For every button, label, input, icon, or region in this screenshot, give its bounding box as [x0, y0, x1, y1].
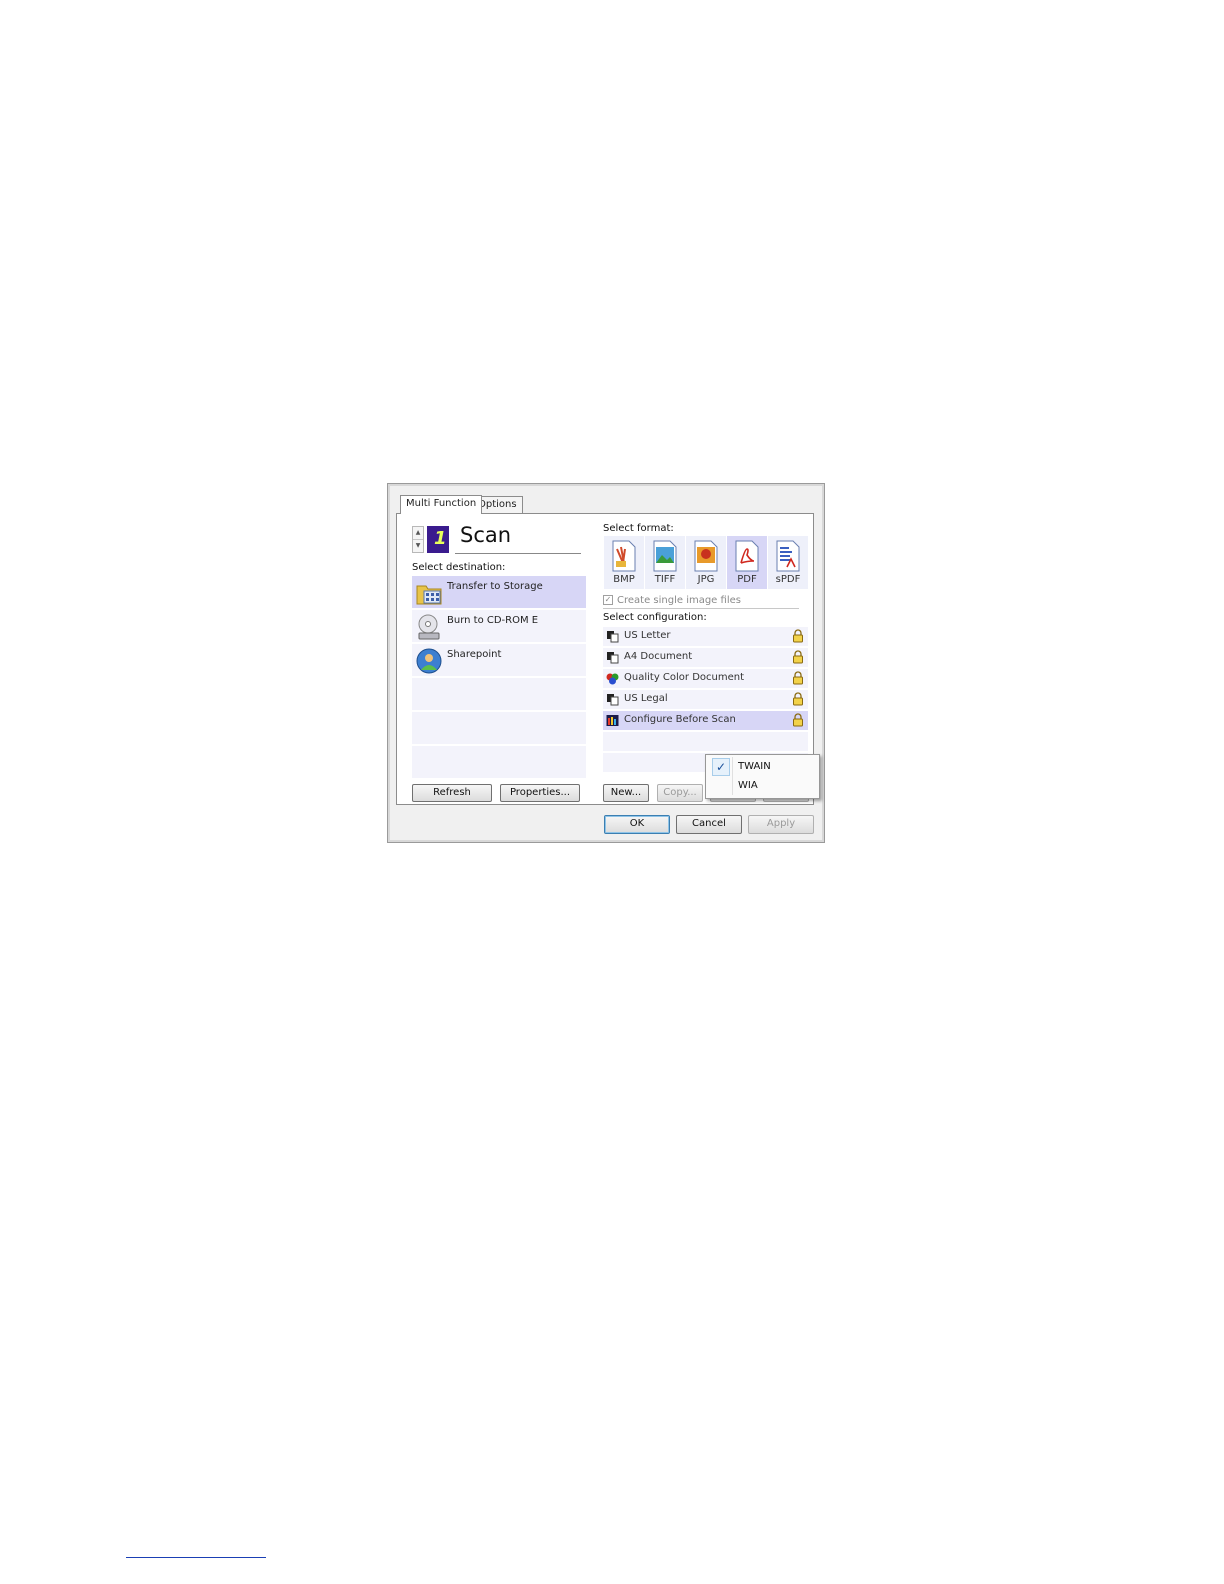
select-format-label: Select format:	[603, 523, 674, 534]
storage-folder-icon	[416, 585, 442, 605]
footnote-separator-line	[126, 1557, 266, 1558]
refresh-button[interactable]: Refresh	[412, 784, 492, 802]
context-menu-item-twain[interactable]: ✓ TWAIN	[708, 758, 816, 776]
tiff-file-icon	[653, 540, 677, 572]
new-configuration-button[interactable]: New...	[603, 784, 649, 802]
config-item-quality-color-document[interactable]: Quality Color Document	[603, 669, 808, 690]
bmp-file-icon	[612, 540, 636, 572]
tab-panel: ▲ ▼ 1 Scan Select destination: Transfer …	[396, 513, 820, 805]
button-number-spinner[interactable]: ▲ ▼	[412, 526, 424, 553]
checkmark-icon: ✓	[712, 758, 730, 776]
create-single-image-label: Create single image files	[617, 595, 741, 606]
title-underline	[455, 553, 581, 554]
copy-configuration-button[interactable]: Copy...	[657, 784, 703, 802]
format-pdf[interactable]: PDF	[727, 536, 767, 589]
color-document-icon	[606, 673, 619, 685]
format-bmp[interactable]: BMP	[604, 536, 644, 589]
properties-button[interactable]: Properties...	[500, 784, 580, 802]
lock-icon	[793, 671, 803, 685]
bw-document-icon	[607, 631, 619, 643]
jpg-file-icon	[694, 540, 718, 572]
pdf-file-icon	[735, 540, 759, 572]
config-item-us-letter[interactable]: US Letter	[603, 627, 808, 648]
spdf-file-icon	[776, 540, 800, 572]
format-tiff[interactable]: TIFF	[645, 536, 685, 589]
destination-item-transfer-to-storage[interactable]: Transfer to Storage	[412, 576, 586, 609]
format-separator	[603, 608, 799, 609]
button-title: Scan	[460, 523, 512, 547]
sharepoint-icon	[416, 648, 442, 674]
destination-empty-row	[412, 678, 586, 711]
lock-icon	[793, 629, 803, 643]
lock-icon	[793, 692, 803, 706]
spinner-down-arrow-icon[interactable]: ▼	[413, 540, 423, 552]
cancel-button[interactable]: Cancel	[676, 815, 742, 834]
cd-burn-icon	[418, 614, 440, 640]
config-item-configure-before-scan[interactable]: Configure Before Scan	[603, 711, 808, 732]
configuration-list[interactable]: US Letter A4 Document Quality Color Docu…	[603, 627, 808, 774]
bw-document-icon	[607, 694, 619, 706]
destination-empty-row	[412, 712, 586, 745]
destination-empty-row	[412, 746, 586, 779]
spinner-up-arrow-icon[interactable]: ▲	[413, 527, 423, 540]
config-item-a4-document[interactable]: A4 Document	[603, 648, 808, 669]
destination-item-burn-to-cd[interactable]: Burn to CD-ROM E	[412, 610, 586, 643]
button-number-display: 1	[427, 526, 449, 553]
select-destination-label: Select destination:	[412, 562, 506, 573]
config-empty-row	[603, 732, 808, 753]
configure-scan-icon	[606, 715, 619, 726]
multi-function-dialog: Multi Function Options ▲ ▼ 1 Scan Select…	[387, 483, 825, 843]
select-configuration-label: Select configuration:	[603, 612, 707, 623]
format-spdf[interactable]: sPDF	[768, 536, 808, 589]
destination-item-sharepoint[interactable]: Sharepoint	[412, 644, 586, 677]
tab-multi-function[interactable]: Multi Function	[400, 495, 483, 514]
format-jpg[interactable]: JPG	[686, 536, 726, 589]
bw-document-icon	[607, 652, 619, 664]
destination-list[interactable]: Transfer to Storage Burn to CD-ROM E Sha…	[412, 576, 586, 780]
context-menu-item-wia[interactable]: WIA	[708, 777, 816, 795]
apply-button[interactable]: Apply	[748, 815, 814, 834]
lock-icon	[793, 713, 803, 727]
create-single-image-checkbox[interactable]: ✓	[603, 595, 613, 605]
config-item-us-legal[interactable]: US Legal	[603, 690, 808, 711]
ok-button[interactable]: OK	[604, 815, 670, 834]
driver-context-menu: ✓ TWAIN WIA	[705, 754, 820, 799]
lock-icon	[793, 650, 803, 664]
